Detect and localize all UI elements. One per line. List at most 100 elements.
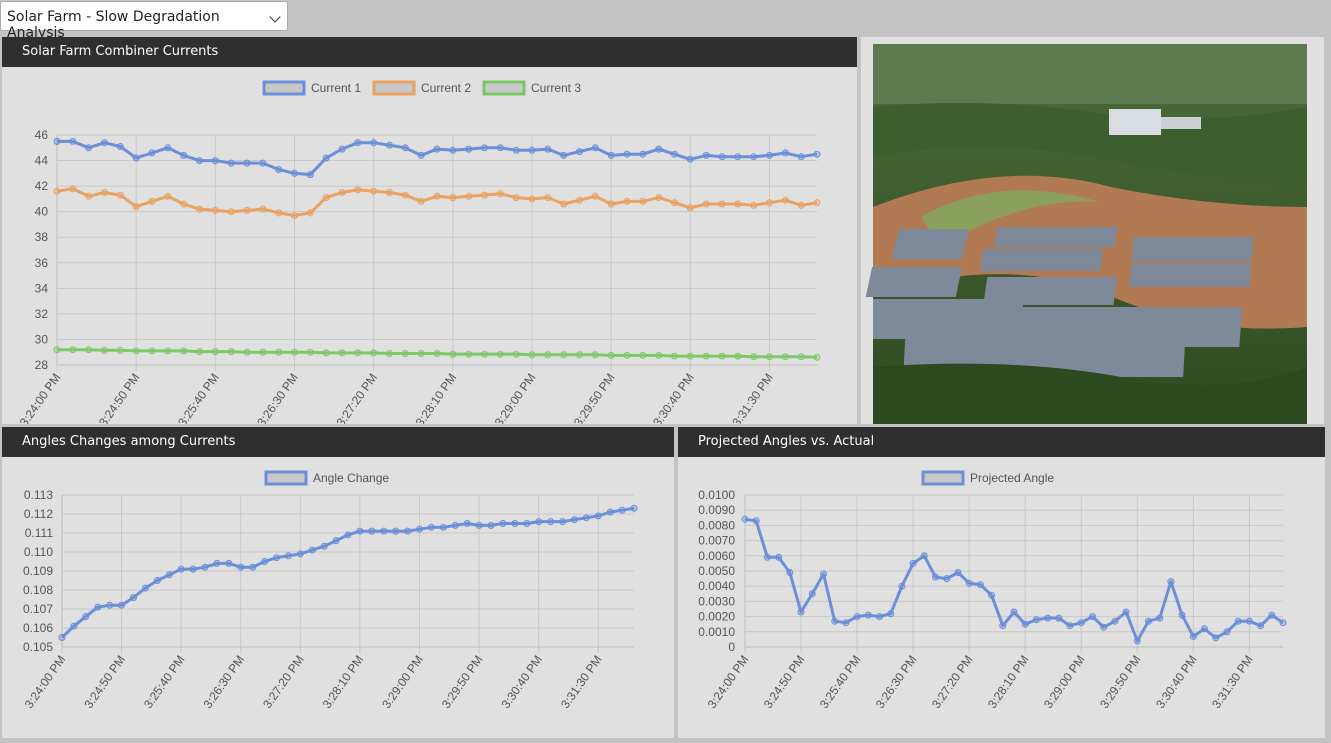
data-point[interactable]	[196, 348, 203, 356]
data-point[interactable]	[1010, 608, 1018, 616]
data-point[interactable]	[1245, 617, 1253, 625]
data-point[interactable]	[481, 350, 488, 358]
data-point[interactable]	[308, 546, 316, 554]
data-point[interactable]	[813, 199, 821, 207]
data-point[interactable]	[433, 145, 441, 153]
data-point[interactable]	[741, 515, 749, 523]
data-point[interactable]	[808, 590, 816, 598]
data-point[interactable]	[416, 525, 423, 533]
data-point[interactable]	[380, 527, 388, 535]
data-point[interactable]	[864, 611, 872, 619]
data-point[interactable]	[164, 347, 172, 355]
data-point[interactable]	[797, 153, 805, 161]
legend-item[interactable]: Current 3	[482, 80, 581, 96]
data-point[interactable]	[797, 201, 805, 209]
data-point[interactable]	[512, 146, 520, 154]
data-point[interactable]	[116, 143, 124, 150]
data-point[interactable]	[259, 159, 267, 167]
data-point[interactable]	[813, 353, 821, 361]
data-point[interactable]	[576, 196, 583, 204]
data-point[interactable]	[196, 157, 203, 165]
data-point[interactable]	[943, 575, 951, 583]
legend-item[interactable]: Current 2	[372, 80, 471, 96]
data-point[interactable]	[101, 346, 108, 354]
data-point[interactable]	[544, 351, 552, 359]
data-point[interactable]	[718, 153, 726, 161]
data-point[interactable]	[132, 347, 140, 355]
data-point[interactable]	[211, 348, 219, 356]
data-point[interactable]	[275, 166, 283, 173]
data-point[interactable]	[591, 144, 599, 152]
data-point[interactable]	[750, 201, 758, 209]
data-point[interactable]	[630, 504, 638, 512]
data-point[interactable]	[655, 145, 663, 153]
data-point[interactable]	[249, 563, 257, 571]
data-point[interactable]	[781, 196, 789, 204]
data-point[interactable]	[386, 141, 393, 149]
data-point[interactable]	[148, 347, 156, 355]
data-point[interactable]	[386, 189, 393, 196]
data-point[interactable]	[53, 346, 61, 354]
data-point[interactable]	[53, 137, 61, 145]
data-point[interactable]	[766, 199, 773, 207]
data-point[interactable]	[132, 203, 140, 211]
data-point[interactable]	[570, 516, 578, 524]
data-point[interactable]	[322, 194, 330, 202]
data-point[interactable]	[296, 550, 304, 558]
data-point[interactable]	[1032, 616, 1040, 624]
data-point[interactable]	[623, 351, 631, 359]
data-point[interactable]	[523, 520, 531, 527]
data-point[interactable]	[781, 353, 789, 361]
data-point[interactable]	[496, 190, 504, 198]
data-point[interactable]	[306, 171, 314, 179]
data-point[interactable]	[702, 151, 710, 159]
data-point[interactable]	[655, 194, 663, 202]
data-point[interactable]	[528, 351, 536, 359]
data-point[interactable]	[227, 348, 235, 356]
data-point[interactable]	[591, 351, 599, 359]
data-point[interactable]	[560, 151, 568, 159]
data-point[interactable]	[887, 610, 895, 618]
data-point[interactable]	[322, 154, 330, 162]
data-point[interactable]	[512, 194, 520, 202]
data-point[interactable]	[775, 553, 783, 561]
data-point[interactable]	[118, 601, 126, 609]
data-point[interactable]	[148, 149, 156, 157]
data-point[interactable]	[85, 192, 93, 200]
data-point[interactable]	[1077, 619, 1085, 627]
data-point[interactable]	[1044, 614, 1052, 622]
data-point[interactable]	[344, 531, 352, 539]
data-point[interactable]	[392, 527, 400, 535]
data-point[interactable]	[291, 348, 298, 356]
data-point[interactable]	[101, 189, 108, 196]
data-point[interactable]	[180, 200, 188, 208]
data-point[interactable]	[354, 139, 362, 147]
data-point[interactable]	[1234, 617, 1242, 625]
data-point[interactable]	[734, 352, 742, 360]
data-point[interactable]	[1021, 620, 1029, 628]
data-point[interactable]	[988, 591, 996, 599]
data-point[interactable]	[909, 559, 917, 567]
data-point[interactable]	[591, 192, 599, 200]
data-point[interactable]	[750, 353, 758, 361]
data-point[interactable]	[1111, 617, 1119, 625]
data-point[interactable]	[85, 346, 93, 354]
data-point[interactable]	[354, 349, 362, 357]
data-point[interactable]	[433, 350, 441, 357]
data-point[interactable]	[718, 200, 726, 208]
data-point[interactable]	[686, 204, 694, 212]
data-point[interactable]	[386, 350, 393, 357]
data-point[interactable]	[496, 350, 504, 358]
data-point[interactable]	[607, 200, 615, 208]
data-point[interactable]	[417, 197, 425, 205]
data-point[interactable]	[243, 348, 251, 356]
data-point[interactable]	[842, 619, 850, 627]
data-point[interactable]	[291, 169, 298, 177]
data-point[interactable]	[475, 521, 483, 529]
data-point[interactable]	[607, 351, 615, 359]
data-point[interactable]	[544, 194, 552, 202]
data-point[interactable]	[189, 565, 197, 573]
data-point[interactable]	[417, 151, 425, 159]
data-point[interactable]	[547, 518, 555, 526]
data-point[interactable]	[196, 205, 203, 213]
